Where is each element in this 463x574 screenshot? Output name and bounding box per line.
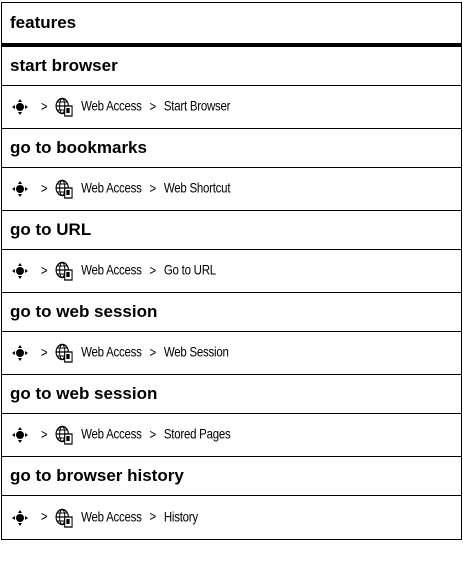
web-access-icon	[55, 343, 74, 363]
web-access-icon	[55, 261, 74, 281]
path-separator: >	[40, 343, 48, 360]
feature-title-row: go to web session	[2, 375, 461, 414]
path-separator: >	[149, 97, 157, 114]
menu-path: > Web Access > Web Shortcut	[36, 179, 231, 199]
nav-key-icon	[12, 345, 28, 361]
features-table: features start browser > Web Access > St…	[1, 2, 462, 540]
menu-path: > Web Access > Start Browser	[36, 97, 230, 117]
feature-title: go to URL	[10, 220, 92, 239]
web-access-icon	[55, 508, 74, 528]
feature-title-row: go to URL	[2, 211, 461, 250]
web-access-icon	[55, 425, 74, 445]
nav-key-icon	[12, 181, 28, 197]
nav-key-icon	[12, 509, 28, 526]
menu-label: Web Access	[81, 343, 142, 360]
menu-item: Go to URL	[163, 261, 216, 278]
menu-path: > Web Access > Web Session	[36, 343, 229, 363]
nav-key-icon	[12, 427, 28, 443]
feature-title: go to web session	[10, 384, 158, 403]
feature-title: go to browser history	[10, 466, 184, 485]
path-separator: >	[40, 97, 48, 114]
path-separator: >	[149, 343, 157, 360]
web-access-icon	[55, 97, 74, 117]
menu-path: > Web Access > Go to URL	[36, 261, 216, 281]
path-separator: >	[149, 425, 157, 442]
path-separator: >	[149, 179, 157, 196]
menu-item: History	[163, 508, 198, 525]
feature-path-row: > Web Access > Start Browser	[2, 86, 461, 129]
menu-label: Web Access	[81, 261, 142, 278]
table-header: features	[2, 3, 461, 47]
path-separator: >	[149, 508, 157, 525]
menu-label: Web Access	[81, 508, 142, 525]
feature-title-row: go to bookmarks	[2, 129, 461, 168]
feature-title: start browser	[10, 56, 118, 75]
feature-path-row: > Web Access > Go to URL	[2, 250, 461, 293]
path-separator: >	[40, 179, 48, 196]
menu-item: Web Shortcut	[163, 179, 231, 196]
path-separator: >	[40, 425, 48, 442]
path-separator: >	[149, 261, 157, 278]
header-title: features	[10, 13, 77, 32]
menu-item: Stored Pages	[163, 425, 231, 442]
feature-title-row: start browser	[2, 47, 461, 86]
web-access-icon	[55, 179, 74, 199]
feature-path-row: > Web Access > History	[2, 496, 461, 539]
feature-title-row: go to browser history	[2, 457, 461, 496]
menu-path: > Web Access > Stored Pages	[36, 425, 231, 445]
menu-label: Web Access	[81, 179, 142, 196]
menu-item: Start Browser	[163, 97, 231, 114]
nav-key-icon	[12, 263, 28, 279]
feature-path-row: > Web Access > Web Session	[2, 332, 461, 375]
menu-item: Web Session	[163, 343, 229, 360]
feature-title-row: go to web session	[2, 293, 461, 332]
nav-key-icon	[12, 99, 28, 115]
feature-title: go to bookmarks	[10, 138, 147, 157]
menu-label: Web Access	[81, 97, 142, 114]
menu-label: Web Access	[81, 425, 142, 442]
path-separator: >	[40, 508, 48, 525]
path-separator: >	[40, 261, 48, 278]
feature-path-row: > Web Access > Stored Pages	[2, 414, 461, 457]
feature-path-row: > Web Access > Web Shortcut	[2, 168, 461, 211]
menu-path: > Web Access > History	[36, 508, 198, 528]
feature-title: go to web session	[10, 302, 158, 321]
